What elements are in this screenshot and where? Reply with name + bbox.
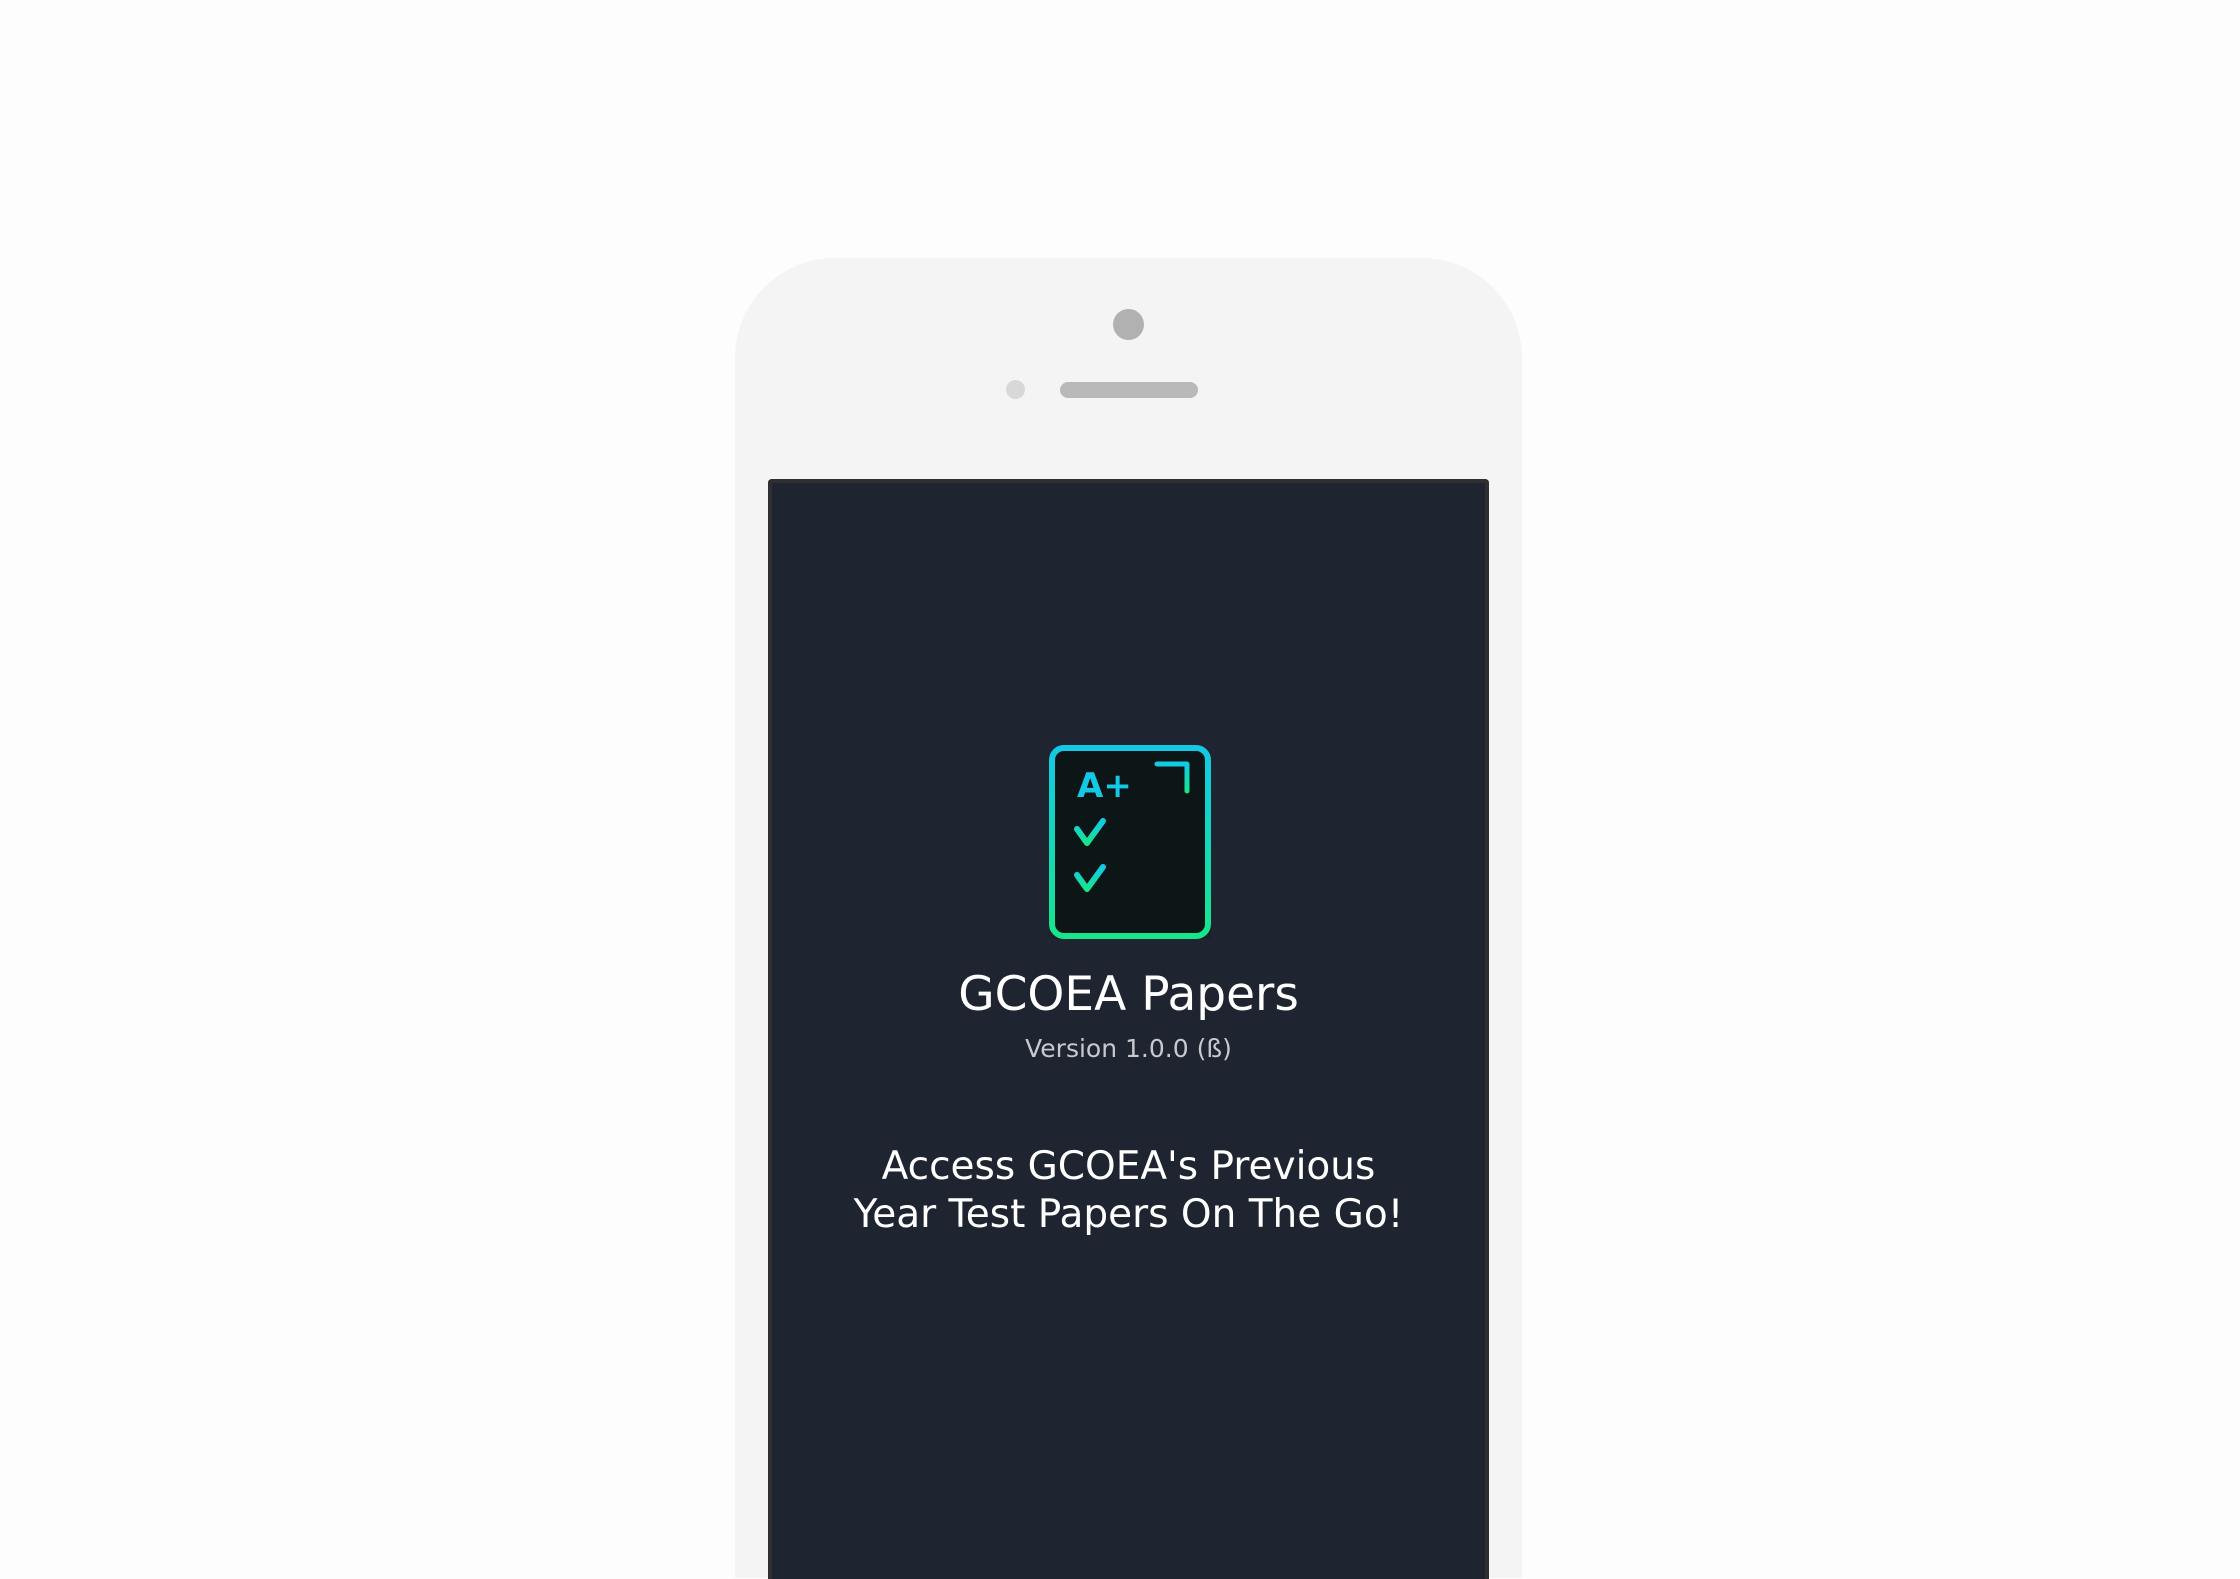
splash-screen: A+ GCOEA Papers Version 1.0.0 (ß) Access… xyxy=(768,479,1489,1579)
checklist-document-icon: A+ xyxy=(1049,745,1211,939)
svg-text:A+: A+ xyxy=(1077,766,1132,806)
front-camera-icon xyxy=(1113,309,1144,340)
app-version: Version 1.0.0 (ß) xyxy=(1025,1034,1232,1063)
app-title: GCOEA Papers xyxy=(958,967,1299,1022)
earpiece-speaker-icon xyxy=(1060,382,1198,398)
tagline: Access GCOEA's Previous Year Test Papers… xyxy=(772,1143,1485,1239)
tagline-line-1: Access GCOEA's Previous xyxy=(881,1144,1376,1189)
tagline-line-2: Year Test Papers On The Go! xyxy=(853,1192,1404,1237)
phone-frame: A+ GCOEA Papers Version 1.0.0 (ß) Access… xyxy=(735,258,1522,1579)
proximity-sensor-icon xyxy=(1006,380,1025,399)
